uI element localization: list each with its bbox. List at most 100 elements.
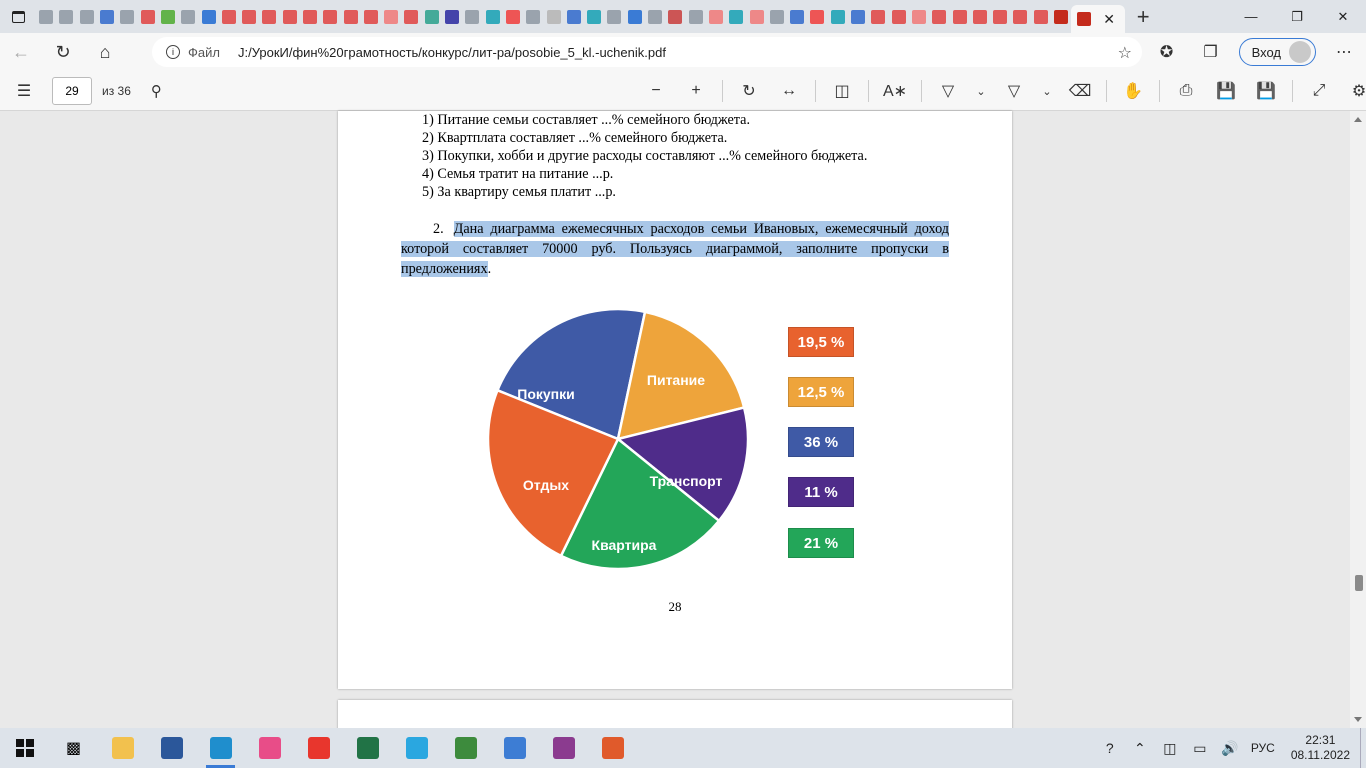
browser-tab[interactable] [848,0,868,33]
browser-tab[interactable] [56,0,76,33]
print-icon[interactable]: ⎙ [1166,82,1206,100]
save-as-icon[interactable]: 💾 [1246,81,1286,101]
browser-tab[interactable] [888,0,908,33]
browser-tab[interactable] [584,0,604,33]
browser-tab[interactable] [523,0,543,33]
browser-tab[interactable] [503,0,523,33]
new-tab-button[interactable]: + [1125,0,1161,33]
help-icon[interactable]: ? [1095,740,1125,756]
browser-tab[interactable] [401,0,421,33]
taskbar-app-button[interactable] [343,728,392,768]
page-number-input[interactable]: 29 [52,76,92,105]
add-favorite-icon[interactable]: ☆ [1118,43,1132,63]
browser-tab[interactable] [787,0,807,33]
browser-tab[interactable] [828,0,848,33]
volume-icon[interactable]: 🔊 [1215,740,1245,757]
highlight-options-chevron-icon[interactable]: ⌄ [1034,85,1060,98]
taskbar-app-button[interactable] [441,728,490,768]
show-hidden-icons-chevron-icon[interactable]: ⌃ [1125,740,1155,757]
taskbar-app-button[interactable] [392,728,441,768]
browser-tab[interactable] [239,0,259,33]
tab-close-button[interactable]: ✕ [1099,11,1119,28]
search-icon[interactable]: ⚲ [151,82,162,100]
favorites-icon[interactable]: ✪ [1145,42,1189,62]
refresh-button[interactable]: ↻ [42,33,84,71]
zoom-out-icon[interactable]: − [636,82,676,100]
zoom-in-icon[interactable]: + [676,82,716,100]
browser-tab[interactable] [625,0,645,33]
minimize-button[interactable]: — [1228,0,1274,33]
taskbar-app-button[interactable] [294,728,343,768]
browser-tab[interactable] [807,0,827,33]
read-aloud-icon[interactable]: A∗ [875,81,915,101]
browser-tab[interactable] [746,0,766,33]
tab-actions-menu-button[interactable] [0,0,36,33]
browser-tab[interactable] [929,0,949,33]
close-window-button[interactable]: ✕ [1320,0,1366,33]
browser-tab[interactable] [970,0,990,33]
clock[interactable]: 22:31 08.11.2022 [1281,733,1360,763]
browser-tab[interactable] [604,0,624,33]
browser-tab[interactable] [361,0,381,33]
browser-tab[interactable] [726,0,746,33]
network-icon[interactable]: ◫ [1155,740,1185,757]
browser-tab[interactable] [767,0,787,33]
browser-tab[interactable] [300,0,320,33]
address-url[interactable]: J:/УрокИ/фин%20грамотность/конкурс/лит-р… [238,45,666,60]
browser-tab[interactable] [97,0,117,33]
fullscreen-icon[interactable]: ⤢ [1299,82,1339,100]
browser-tab[interactable] [178,0,198,33]
browser-tab[interactable] [462,0,482,33]
taskbar-app-button[interactable] [196,728,245,768]
eraser-icon[interactable]: ⌫ [1060,81,1100,101]
browser-tab[interactable] [158,0,178,33]
browser-tab[interactable] [543,0,563,33]
home-button[interactable]: ⌂ [84,33,126,71]
browser-tab[interactable] [686,0,706,33]
browser-tab[interactable] [564,0,584,33]
scroll-up-arrow[interactable] [1354,117,1362,122]
browser-tab[interactable] [381,0,401,33]
collections-icon[interactable]: ❐ [1189,42,1233,62]
taskbar-app-button[interactable] [539,728,588,768]
browser-tab[interactable] [1051,0,1071,33]
settings-gear-icon[interactable]: ⚙ [1339,81,1366,101]
more-menu-icon[interactable]: ⋯ [1322,42,1366,62]
taskbar-app-button[interactable] [588,728,637,768]
signin-button[interactable]: Вход [1238,38,1316,66]
browser-tab[interactable] [77,0,97,33]
language-indicator[interactable]: РУС [1245,741,1281,755]
fit-width-icon[interactable]: ↔ [769,82,809,100]
browser-tab[interactable] [990,0,1010,33]
taskbar-app-button[interactable] [147,728,196,768]
browser-tab[interactable] [137,0,157,33]
browser-tab[interactable] [117,0,137,33]
battery-icon[interactable]: ▭ [1185,740,1215,757]
browser-tab[interactable] [320,0,340,33]
tab-active[interactable]: ✕ [1071,5,1126,33]
draw-icon[interactable]: ▽ [928,81,968,101]
rotate-icon[interactable]: ↻ [729,81,769,101]
browser-tab[interactable] [1010,0,1030,33]
browser-tab[interactable] [259,0,279,33]
browser-tab[interactable] [706,0,726,33]
browser-tab[interactable] [340,0,360,33]
scroll-thumb[interactable] [1355,575,1363,591]
taskbar-app-button[interactable] [490,728,539,768]
browser-tab[interactable] [949,0,969,33]
browser-tab[interactable] [36,0,56,33]
browser-tab[interactable] [198,0,218,33]
browser-tab[interactable] [442,0,462,33]
info-icon[interactable]: i [166,45,180,59]
browser-tab[interactable] [868,0,888,33]
scroll-down-arrow[interactable] [1354,717,1362,722]
page-view-icon[interactable]: ◫ [822,81,862,101]
back-button[interactable]: ← [0,33,42,71]
pdf-viewer[interactable]: 1) Питание семьи составляет ...% семейно… [0,111,1366,740]
taskbar-app-button[interactable] [98,728,147,768]
browser-tab[interactable] [1031,0,1051,33]
restore-button[interactable]: ❐ [1274,0,1320,33]
show-desktop-button[interactable] [1360,728,1366,768]
draw-options-chevron-icon[interactable]: ⌄ [968,85,994,98]
browser-tab[interactable] [422,0,442,33]
